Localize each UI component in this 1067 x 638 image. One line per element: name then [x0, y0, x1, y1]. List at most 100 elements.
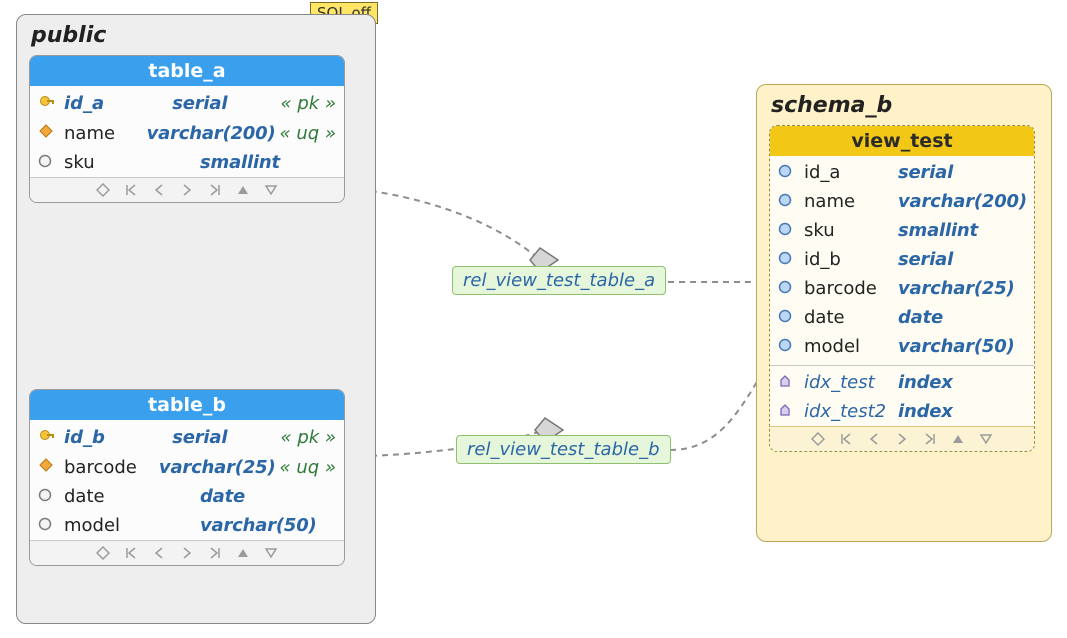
entity-nav-footer	[30, 540, 344, 565]
column-name: date	[64, 486, 196, 507]
index-row[interactable]: idx_test2 index	[778, 397, 1026, 426]
table-row[interactable]: model varchar(50)	[778, 332, 1026, 361]
vcol-icon	[778, 249, 800, 270]
index-name: idx_test2	[804, 401, 894, 422]
entity-nav-footer	[770, 426, 1034, 451]
col-icon	[38, 152, 60, 173]
uq-icon	[38, 457, 60, 478]
nav-diamond-icon[interactable]	[96, 546, 110, 560]
col-icon	[38, 486, 60, 507]
nav-diamond-icon[interactable]	[811, 432, 825, 446]
entity-view-test[interactable]: view_test id_a serial name varchar(200) …	[769, 125, 1035, 452]
column-constraint: « pk »	[280, 93, 336, 114]
nav-last-icon[interactable]	[208, 546, 222, 560]
column-type: smallint	[898, 220, 1026, 241]
column-constraint: « pk »	[280, 427, 336, 448]
column-name: model	[804, 336, 894, 357]
column-name: barcode	[64, 457, 155, 478]
uq-icon	[38, 123, 60, 144]
column-type: varchar(25)	[159, 457, 276, 478]
column-constraint: « uq »	[280, 457, 337, 478]
divider	[770, 365, 1034, 366]
pk-icon	[38, 426, 60, 449]
index-row[interactable]: idx_test index	[778, 368, 1026, 397]
relationship-label-a[interactable]: rel_view_test_table_a	[452, 266, 666, 295]
schema-b-title: schema_b	[771, 93, 1043, 118]
schema-public: public table_a id_a serial « pk » name v…	[16, 14, 376, 624]
table-row[interactable]: id_b serial « pk »	[38, 422, 336, 453]
column-type: varchar(200)	[147, 123, 276, 144]
table-row[interactable]: id_a serial « pk »	[38, 88, 336, 119]
column-name: id_a	[804, 162, 894, 183]
index-type: index	[898, 372, 1026, 393]
nav-down-icon[interactable]	[979, 432, 993, 446]
nav-prev-icon[interactable]	[152, 546, 166, 560]
column-name: sku	[64, 152, 196, 173]
nav-first-icon[interactable]	[124, 183, 138, 197]
nav-first-icon[interactable]	[839, 432, 853, 446]
entity-table-a[interactable]: table_a id_a serial « pk » name varchar(…	[29, 55, 345, 203]
table-row[interactable]: sku smallint	[38, 148, 336, 177]
vcol-icon	[778, 162, 800, 183]
column-name: barcode	[804, 278, 894, 299]
table-row[interactable]: id_a serial	[778, 158, 1026, 187]
table-row[interactable]: model varchar(50)	[38, 511, 336, 540]
nav-last-icon[interactable]	[208, 183, 222, 197]
index-icon	[778, 401, 800, 422]
column-type: smallint	[200, 152, 332, 173]
nav-next-icon[interactable]	[895, 432, 909, 446]
table-row[interactable]: name varchar(200) « uq »	[38, 119, 336, 148]
index-type: index	[898, 401, 1026, 422]
relationship-label-b[interactable]: rel_view_test_table_b	[456, 435, 671, 464]
nav-next-icon[interactable]	[180, 183, 194, 197]
column-type: date	[898, 307, 1026, 328]
column-type: serial	[172, 427, 276, 448]
entity-table-b-header[interactable]: table_b	[30, 390, 344, 420]
vcol-icon	[778, 336, 800, 357]
column-name: model	[64, 515, 196, 536]
table-row[interactable]: barcode varchar(25)	[778, 274, 1026, 303]
table-row[interactable]: date date	[778, 303, 1026, 332]
nav-prev-icon[interactable]	[867, 432, 881, 446]
table-row[interactable]: name varchar(200)	[778, 187, 1026, 216]
table-row[interactable]: sku smallint	[778, 216, 1026, 245]
entity-table-a-header[interactable]: table_a	[30, 56, 344, 86]
nav-up-icon[interactable]	[236, 183, 250, 197]
column-name: id_b	[804, 249, 894, 270]
index-icon	[778, 372, 800, 393]
column-name: sku	[804, 220, 894, 241]
nav-diamond-icon[interactable]	[96, 183, 110, 197]
column-type: serial	[898, 249, 1026, 270]
index-name: idx_test	[804, 372, 894, 393]
column-type: serial	[172, 93, 276, 114]
table-row[interactable]: id_b serial	[778, 245, 1026, 274]
vcol-icon	[778, 191, 800, 212]
table-row[interactable]: barcode varchar(25) « uq »	[38, 453, 336, 482]
nav-next-icon[interactable]	[180, 546, 194, 560]
nav-down-icon[interactable]	[264, 546, 278, 560]
column-name: id_a	[64, 93, 168, 114]
column-type: serial	[898, 162, 1026, 183]
nav-down-icon[interactable]	[264, 183, 278, 197]
entity-table-b[interactable]: table_b id_b serial « pk » barcode varch…	[29, 389, 345, 566]
entity-view-test-header[interactable]: view_test	[770, 126, 1034, 156]
vcol-icon	[778, 307, 800, 328]
nav-first-icon[interactable]	[124, 546, 138, 560]
column-type: varchar(50)	[898, 336, 1026, 357]
nav-prev-icon[interactable]	[152, 183, 166, 197]
column-type: varchar(50)	[200, 515, 332, 536]
nav-up-icon[interactable]	[951, 432, 965, 446]
pk-icon	[38, 92, 60, 115]
table-row[interactable]: date date	[38, 482, 336, 511]
entity-nav-footer	[30, 177, 344, 202]
schema-public-title: public	[31, 23, 367, 48]
nav-last-icon[interactable]	[923, 432, 937, 446]
column-type: varchar(25)	[898, 278, 1026, 299]
column-type: date	[200, 486, 332, 507]
vcol-icon	[778, 220, 800, 241]
col-icon	[38, 515, 60, 536]
column-name: name	[804, 191, 894, 212]
column-constraint: « uq »	[280, 123, 337, 144]
vcol-icon	[778, 278, 800, 299]
nav-up-icon[interactable]	[236, 546, 250, 560]
